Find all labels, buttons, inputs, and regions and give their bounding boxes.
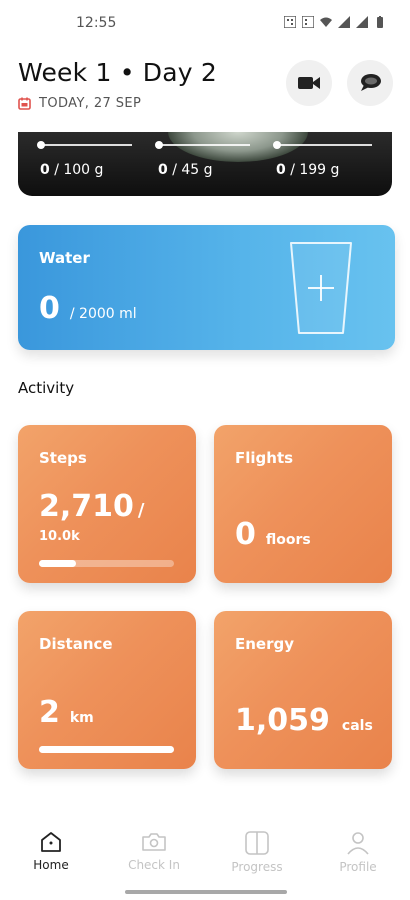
- date-label: TODAY, 27 SEP: [39, 96, 142, 111]
- distance-count: 2: [39, 695, 60, 730]
- status-bar: 12:55: [0, 0, 410, 46]
- wifi-icon: [320, 17, 332, 27]
- current-date: TODAY, 27 SEP: [18, 96, 141, 111]
- meal-image: [168, 132, 308, 162]
- energy-card[interactable]: Energy 1,059 cals: [214, 611, 392, 769]
- macro-value: 0 / 199 g: [276, 162, 339, 178]
- steps-count: 2,710: [39, 489, 134, 524]
- status-icons: [284, 16, 386, 28]
- nav-progress[interactable]: Progress: [212, 830, 302, 874]
- macro-current: 0: [276, 162, 286, 178]
- distance-label: Distance: [39, 635, 113, 653]
- macro-value: 0 / 45 g: [158, 162, 213, 178]
- signal-icon: [356, 16, 368, 28]
- nav-profile[interactable]: Profile: [313, 830, 403, 874]
- macro-progress-dot: [155, 141, 163, 149]
- nutrition-card[interactable]: 0 / 100 g 0 / 45 g 0 / 199 g: [18, 132, 392, 196]
- steps-separator: /: [137, 500, 145, 521]
- flights-count: 0: [235, 517, 256, 552]
- steps-label: Steps: [39, 449, 87, 467]
- steps-card[interactable]: Steps 2,710 / 10.0k: [18, 425, 196, 583]
- home-icon: [41, 832, 61, 852]
- macro-progress-dot: [37, 141, 45, 149]
- steps-goal: 10.0k: [39, 529, 80, 544]
- distance-progress-fill: [39, 746, 174, 753]
- chat-bubbles-icon: [361, 74, 381, 91]
- macro-goal: / 199 g: [290, 162, 340, 178]
- macro-value: 0 / 100 g: [40, 162, 103, 178]
- video-call-button[interactable]: [286, 60, 332, 106]
- distance-card[interactable]: Distance 2 km: [18, 611, 196, 769]
- battery-icon: [377, 16, 383, 28]
- signal-icon: [338, 16, 350, 28]
- nav-label: Home: [33, 858, 69, 872]
- flights-unit: floors: [265, 532, 311, 548]
- compare-icon: [245, 831, 269, 855]
- water-card[interactable]: Water 0 / 2000 ml: [18, 225, 395, 350]
- flights-value: 0 floors: [235, 517, 311, 552]
- qr-icon: [284, 16, 296, 28]
- camera-icon: [142, 833, 166, 851]
- nav-label: Progress: [231, 860, 283, 874]
- nav-home[interactable]: Home: [6, 830, 96, 872]
- distance-value: 2 km: [39, 695, 94, 730]
- macro-current: 0: [158, 162, 168, 178]
- video-camera-icon: [298, 77, 320, 89]
- macro-progress-track: [276, 144, 372, 146]
- page-title: Week 1 • Day 2: [18, 58, 218, 87]
- home-indicator[interactable]: [125, 890, 287, 894]
- macro-progress-dot: [273, 141, 281, 149]
- status-time: 12:55: [76, 15, 117, 31]
- activity-heading: Activity: [18, 379, 75, 397]
- macro-progress-track: [158, 144, 250, 146]
- distance-unit: km: [69, 710, 94, 726]
- macro-goal: / 45 g: [172, 162, 213, 178]
- water-label: Water: [39, 249, 90, 267]
- water-amount: 0 / 2000 ml: [39, 291, 137, 326]
- calendar-icon: [18, 97, 31, 110]
- bottom-nav: Home Check In Progress Profile: [0, 822, 410, 900]
- add-water-glass-icon[interactable]: [288, 239, 354, 337]
- energy-unit: cals: [341, 718, 373, 734]
- energy-label: Energy: [235, 635, 295, 653]
- nav-check-in[interactable]: Check In: [109, 830, 199, 872]
- flights-card[interactable]: Flights 0 floors: [214, 425, 392, 583]
- nav-label: Check In: [128, 858, 180, 872]
- flights-label: Flights: [235, 449, 294, 467]
- water-goal: / 2000 ml: [69, 306, 137, 322]
- steps-progress-fill: [39, 560, 76, 567]
- macro-current: 0: [40, 162, 50, 178]
- qr-icon: [302, 16, 314, 28]
- steps-progress-track: [39, 560, 174, 567]
- chat-button[interactable]: [347, 60, 393, 106]
- steps-value: 2,710 /: [39, 489, 144, 524]
- energy-value: 1,059 cals: [235, 703, 373, 738]
- person-icon: [347, 832, 369, 855]
- macro-progress-track: [40, 144, 132, 146]
- distance-progress-track: [39, 746, 174, 753]
- water-current: 0: [39, 291, 60, 326]
- macro-goal: / 100 g: [54, 162, 104, 178]
- energy-count: 1,059: [235, 703, 330, 738]
- nav-label: Profile: [339, 860, 377, 874]
